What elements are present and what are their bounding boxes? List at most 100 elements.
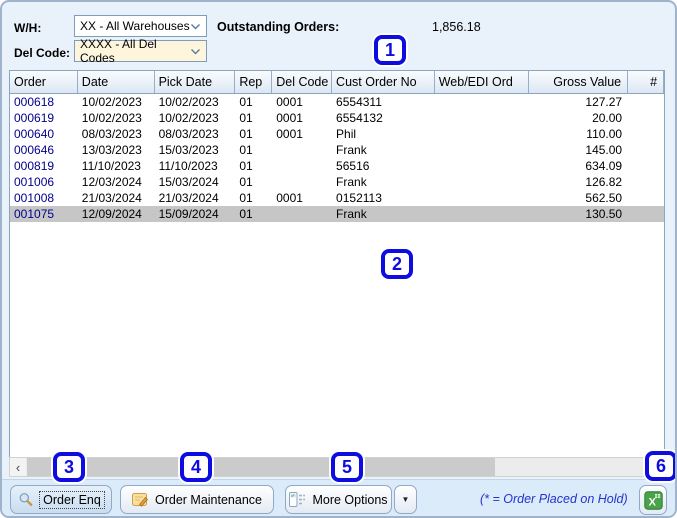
more-options-button[interactable]: More Options (285, 485, 392, 514)
cell-web_edi (435, 158, 530, 174)
more-options-label: More Options (312, 492, 388, 507)
chevron-down-icon (190, 23, 201, 30)
column-header--[interactable]: # (628, 71, 664, 93)
column-header-pick-date[interactable]: Pick Date (155, 71, 236, 93)
cell-pick_date: 10/02/2023 (158, 111, 219, 125)
cell-web_edi (435, 110, 530, 126)
cell-web_edi (435, 126, 530, 142)
cell-gross_value: 145.00 (585, 143, 623, 157)
cell-pick_date: 08/03/2023 (158, 127, 219, 141)
cell-order: 000819 (14, 159, 55, 173)
cell-rep: 01 (239, 111, 253, 125)
cell-hash (628, 142, 664, 158)
cell-gross_value: 562.50 (585, 191, 623, 205)
export-excel-button[interactable]: X (639, 485, 667, 515)
cell-cust_order_no: Frank (336, 175, 367, 189)
column-header-order[interactable]: Order (10, 71, 78, 93)
cell-gross_value: 126.82 (585, 175, 623, 189)
order-enq-button[interactable]: Order Enq (10, 485, 112, 514)
table-header: Order Date Pick Date Rep Del Code Cust Order … (10, 71, 664, 94)
scrollbar-thumb[interactable] (27, 458, 495, 476)
annotation-badge-5: 5 (331, 452, 363, 482)
table-row[interactable]: 001006 12/03/2024 15/03/2024 01 Frank 126.82 (10, 174, 664, 190)
warehouse-select[interactable]: XX - All Warehouses (74, 15, 207, 37)
cell-order: 000618 (14, 95, 55, 109)
svg-text:X: X (648, 496, 656, 508)
cell-del_code: 0001 (276, 95, 303, 109)
cell-pick_date: 10/02/2023 (158, 95, 219, 109)
table-row[interactable]: 000646 13/03/2023 15/03/2023 01 Frank 145.00 (10, 142, 664, 158)
order-enq-label: Order Enq (39, 490, 105, 509)
cell-date: 13/03/2023 (81, 143, 142, 157)
column-header-gross-value[interactable]: Gross Value (529, 71, 629, 93)
outstanding-orders-window: W/H: XX - All Warehouses Del Code: XXXX … (0, 0, 677, 518)
column-header-web-edi-ord[interactable]: Web/EDI Ord (435, 71, 530, 93)
cell-hash (628, 190, 664, 206)
cell-rep: 01 (239, 191, 253, 205)
cell-hash (628, 174, 664, 190)
cell-hash (628, 110, 664, 126)
cell-gross_value: 127.27 (585, 95, 623, 109)
cell-del_code (272, 142, 332, 158)
cell-rep: 01 (239, 143, 253, 157)
warehouse-select-value: XX - All Warehouses (80, 19, 190, 33)
scroll-left-button[interactable]: ‹ (10, 458, 26, 476)
cell-date: 11/10/2023 (81, 159, 141, 173)
cell-hash (628, 206, 664, 222)
cell-order: 001008 (14, 191, 55, 205)
order-maintenance-button[interactable]: Order Maintenance (120, 485, 274, 514)
outstanding-orders-label: Outstanding Orders: (217, 20, 340, 34)
del-code-select[interactable]: XXXX - All Del Codes (74, 37, 207, 65)
orders-table: Order Date Pick Date Rep Del Code Cust Order … (9, 70, 665, 457)
cell-pick_date: 15/03/2024 (158, 175, 219, 189)
annotation-badge-6: 6 (645, 451, 675, 481)
table-row[interactable]: 000619 10/02/2023 10/02/2023 01 0001 6554132 2… (10, 110, 664, 126)
cell-order: 000646 (14, 143, 55, 157)
cell-order: 000640 (14, 127, 55, 141)
more-options-dropdown-button[interactable]: ▼ (394, 485, 417, 514)
cell-rep: 01 (239, 207, 253, 221)
cell-web_edi (435, 174, 530, 190)
cell-order: 001006 (14, 175, 55, 189)
cell-cust_order_no: Frank (336, 143, 367, 157)
table-row[interactable]: 000618 10/02/2023 10/02/2023 01 0001 6554311 1… (10, 94, 664, 110)
chevron-left-icon: ‹ (15, 459, 21, 475)
outstanding-orders-value: 1,856.18 (432, 20, 481, 34)
cell-gross_value: 130.50 (585, 207, 623, 221)
warehouse-label: W/H: (14, 21, 42, 35)
table-row[interactable]: 001008 21/03/2024 21/03/2024 01 0001 0152113 5… (10, 190, 664, 206)
cell-hash (628, 94, 664, 110)
cell-order: 001075 (14, 207, 55, 221)
cell-date: 08/03/2023 (81, 127, 142, 141)
table-body: 000618 10/02/2023 10/02/2023 01 0001 6554311 1… (10, 94, 664, 222)
cell-pick_date: 15/03/2023 (158, 143, 219, 157)
cell-hash (628, 158, 664, 174)
cell-rep: 01 (239, 175, 253, 189)
cell-del_code (272, 206, 332, 222)
del-code-label: Del Code: (14, 46, 71, 60)
cell-hash (628, 126, 664, 142)
table-row[interactable]: 000819 11/10/2023 11/10/2023 01 56516 634.09 (10, 158, 664, 174)
cell-web_edi (435, 206, 530, 222)
table-row[interactable]: 001075 12/09/2024 15/09/2024 01 Frank 130.50 (10, 206, 664, 222)
cell-del_code (272, 174, 332, 190)
cell-pick_date: 15/09/2024 (158, 207, 219, 221)
cell-date: 10/02/2023 (81, 111, 142, 125)
chevron-down-icon: ▼ (401, 495, 410, 504)
column-header-cust-order-no[interactable]: Cust Order No (332, 71, 435, 93)
cell-date: 12/09/2024 (81, 207, 142, 221)
column-header-del-code[interactable]: Del Code (272, 71, 333, 93)
cell-date: 10/02/2023 (81, 95, 142, 109)
hold-note: (* = Order Placed on Hold) (480, 492, 628, 506)
table-row[interactable]: 000640 08/03/2023 08/03/2023 01 0001 Phil 110.… (10, 126, 664, 142)
column-header-date[interactable]: Date (78, 71, 155, 93)
cell-cust_order_no: Phil (336, 127, 357, 141)
column-header-rep[interactable]: Rep (235, 71, 273, 93)
annotation-badge-3: 3 (53, 452, 85, 482)
annotation-badge-1: 1 (374, 35, 406, 65)
del-code-select-value: XXXX - All Del Codes (80, 37, 157, 65)
cell-cust_order_no: 56516 (336, 159, 370, 173)
cell-del_code: 0001 (276, 111, 303, 125)
cell-date: 21/03/2024 (81, 191, 142, 205)
cell-rep: 01 (239, 159, 253, 173)
